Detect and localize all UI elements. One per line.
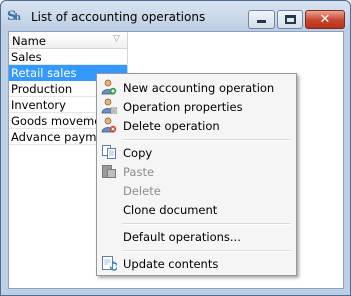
menu-item-operation-properties[interactable]: Operation properties xyxy=(99,97,294,116)
maximize-button[interactable] xyxy=(277,10,303,29)
menu-separator xyxy=(123,223,291,225)
column-header-label: Name xyxy=(12,34,46,48)
minimize-icon xyxy=(257,20,266,23)
column-header-name[interactable]: Name ▽ xyxy=(9,32,128,49)
menu-item-delete[interactable]: Delete xyxy=(99,181,294,200)
refresh-icon xyxy=(102,256,117,271)
title-bar[interactable]: Sh List of accounting operations ✕ xyxy=(1,1,350,31)
menu-separator xyxy=(123,139,291,141)
close-button[interactable]: ✕ xyxy=(305,10,345,29)
window-title: List of accounting operations xyxy=(31,10,206,24)
copy-icon xyxy=(102,145,116,159)
minimize-button[interactable] xyxy=(248,10,275,29)
menu-item-update-contents[interactable]: Update contents xyxy=(99,254,294,273)
user-properties-icon xyxy=(101,98,117,114)
menu-item-paste[interactable]: Paste xyxy=(99,162,294,181)
menu-item-new-operation[interactable]: New accounting operation xyxy=(99,78,294,97)
menu-separator xyxy=(123,250,291,252)
menu-item-copy[interactable]: Copy xyxy=(99,143,294,162)
menu-item-clone-document[interactable]: Clone document xyxy=(99,200,294,219)
context-menu: New accounting operation Operation prope… xyxy=(96,73,297,276)
menu-item-default-operations[interactable]: Default operations... xyxy=(99,227,294,246)
list-item[interactable]: Sales xyxy=(9,49,128,65)
filter-icon[interactable]: ▽ xyxy=(113,34,120,44)
menu-item-delete-operation[interactable]: Delete operation xyxy=(99,116,294,135)
app-logo-icon[interactable]: Sh xyxy=(7,9,25,25)
close-icon: ✕ xyxy=(319,12,331,27)
paste-icon xyxy=(102,165,116,178)
user-delete-icon xyxy=(101,117,117,133)
maximize-icon xyxy=(285,15,296,24)
user-add-icon xyxy=(101,79,117,95)
